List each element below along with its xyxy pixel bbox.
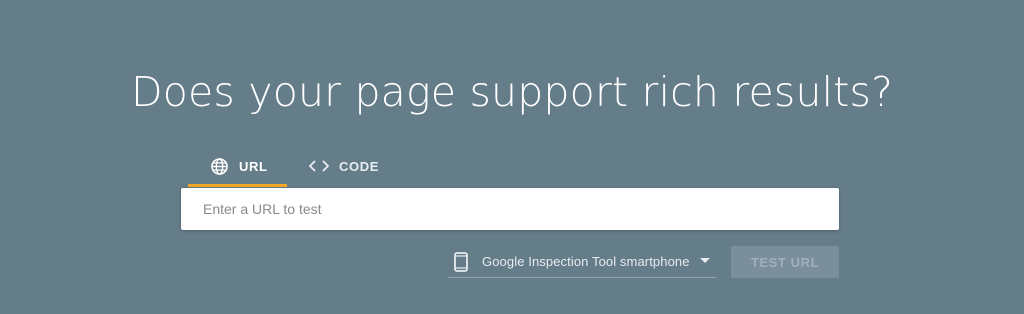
- tab-url-label: URL: [239, 158, 268, 174]
- code-icon: [309, 159, 329, 173]
- page-title: Does your page support rich results?: [130, 68, 894, 116]
- tab-url[interactable]: URL: [188, 145, 287, 187]
- rich-results-test-page: Does your page support rich results? URL: [0, 0, 1024, 314]
- chevron-down-icon: [700, 258, 710, 264]
- globe-icon: [210, 157, 229, 176]
- device-select-value: Google Inspection Tool smartphone: [482, 254, 690, 269]
- smartphone-icon: [454, 251, 468, 272]
- test-url-button[interactable]: TEST URL: [731, 246, 839, 278]
- url-input[interactable]: [181, 188, 839, 230]
- tab-code[interactable]: CODE: [287, 145, 397, 187]
- input-mode-tabs: URL CODE: [188, 145, 397, 187]
- tab-code-label: CODE: [339, 158, 379, 174]
- device-select[interactable]: Google Inspection Tool smartphone: [448, 246, 716, 278]
- url-input-container: [181, 188, 839, 230]
